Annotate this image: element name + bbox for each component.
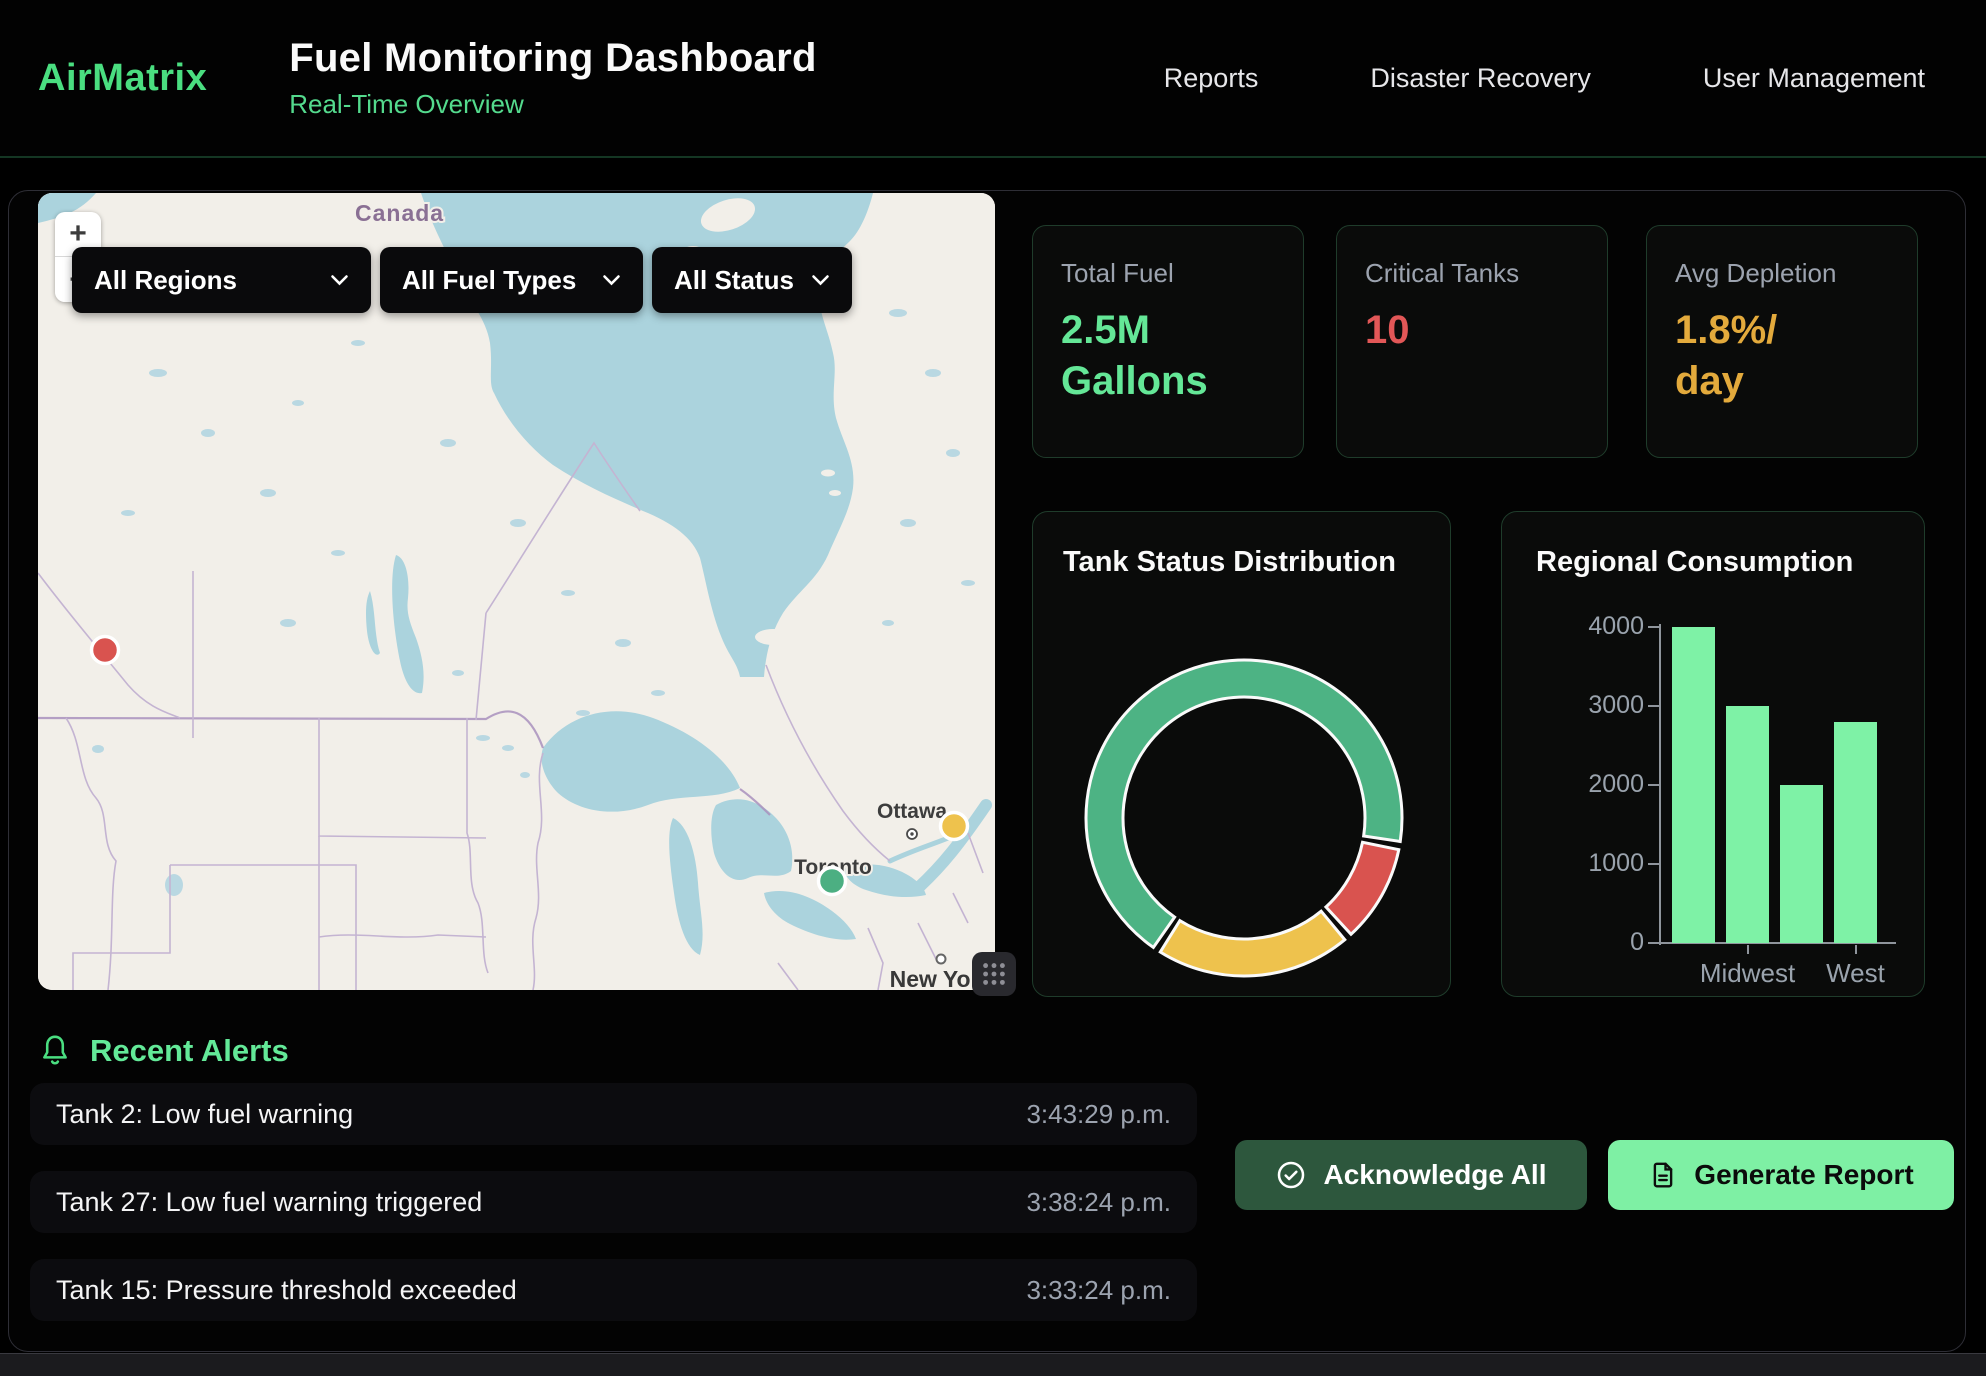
- stat-label: Critical Tanks: [1365, 258, 1579, 289]
- y-tick-label: 0: [1564, 928, 1644, 957]
- check-circle-icon: [1275, 1159, 1307, 1191]
- y-tick-label: 2000: [1564, 770, 1644, 799]
- chevron-down-icon: [602, 274, 621, 286]
- stat-label: Total Fuel: [1061, 258, 1275, 289]
- chevron-down-icon: [811, 274, 830, 286]
- stat-value-line1: 1.8%/: [1675, 305, 1889, 356]
- map-label-canada: Canada: [355, 200, 444, 226]
- region-filter-dropdown[interactable]: All Regions: [72, 247, 371, 313]
- document-icon: [1648, 1160, 1678, 1190]
- stat-card-avg-depletion: Avg Depletion 1.8%/ day: [1646, 225, 1918, 458]
- tank-status-donut-chart: [1074, 648, 1414, 988]
- stat-value-line1: 10: [1365, 305, 1579, 356]
- tank-marker-normal[interactable]: [819, 868, 846, 895]
- grip-dots-icon: [980, 960, 1008, 988]
- bar-region-1: [1726, 706, 1769, 943]
- island-akimiski: [755, 629, 791, 645]
- alert-message: Tank 2: Low fuel warning: [56, 1099, 353, 1130]
- tank-status-card: Tank Status Distribution: [1032, 511, 1451, 997]
- city-symbol-new-york: [937, 955, 946, 964]
- bar-region-0: [1672, 627, 1715, 943]
- bell-icon: [38, 1032, 72, 1070]
- alert-timestamp: 3:33:24 p.m.: [1026, 1275, 1171, 1306]
- map-filters: All Regions All Fuel Types All Status: [72, 247, 852, 313]
- x-tick-mark: [1747, 945, 1749, 954]
- x-tick-mark: [1855, 945, 1857, 954]
- island-small: [829, 490, 841, 496]
- alert-message: Tank 15: Pressure threshold exceeded: [56, 1275, 517, 1306]
- y-tick-label: 1000: [1564, 849, 1644, 878]
- acknowledge-all-button[interactable]: Acknowledge All: [1235, 1140, 1587, 1210]
- tank-marker-warning[interactable]: [941, 813, 968, 840]
- map-container[interactable]: Canada Ottawa Toronto New York + − All R…: [38, 193, 995, 990]
- page-subtitle: Real-Time Overview: [289, 89, 816, 120]
- generate-report-label: Generate Report: [1694, 1159, 1913, 1191]
- generate-report-button[interactable]: Generate Report: [1608, 1140, 1954, 1210]
- fuel-type-filter-value: All Fuel Types: [402, 265, 576, 296]
- island-small: [821, 470, 835, 477]
- y-tick-label: 3000: [1564, 691, 1644, 720]
- y-tick-mark: [1648, 705, 1659, 707]
- bar-region-3: [1834, 722, 1877, 943]
- chevron-down-icon: [330, 274, 349, 286]
- stat-value-line2: Gallons: [1061, 356, 1275, 407]
- city-symbol-ottawa-dot: [910, 832, 913, 835]
- recent-alerts-title: Recent Alerts: [90, 1033, 289, 1069]
- stat-card-total-fuel: Total Fuel 2.5M Gallons: [1032, 225, 1304, 458]
- stat-card-critical-tanks: Critical Tanks 10: [1336, 225, 1608, 458]
- stat-value: 2.5M Gallons: [1061, 305, 1275, 407]
- fuel-type-filter-dropdown[interactable]: All Fuel Types: [380, 247, 643, 313]
- stat-value-line1: 2.5M: [1061, 305, 1275, 356]
- donut-chart-title: Tank Status Distribution: [1063, 546, 1396, 579]
- region-filter-value: All Regions: [94, 265, 237, 296]
- donut-segment-warning: [1160, 911, 1345, 976]
- fuel-monitoring-dashboard: AirMatrix Fuel Monitoring Dashboard Real…: [0, 0, 1986, 1376]
- bar-chart-title: Regional Consumption: [1536, 546, 1853, 579]
- alert-timestamp: 3:38:24 p.m.: [1026, 1187, 1171, 1218]
- donut-segment-critical: [1326, 842, 1399, 934]
- alert-row[interactable]: Tank 2: Low fuel warning 3:43:29 p.m.: [30, 1083, 1197, 1145]
- nav-disaster-recovery[interactable]: Disaster Recovery: [1370, 63, 1591, 94]
- title-block: Fuel Monitoring Dashboard Real-Time Over…: [289, 36, 816, 120]
- stat-value-line2: day: [1675, 356, 1889, 407]
- alert-timestamp: 3:43:29 p.m.: [1026, 1099, 1171, 1130]
- stat-value: 10: [1365, 305, 1579, 356]
- main-nav: Reports Disaster Recovery User Managemen…: [1164, 63, 1925, 94]
- stat-value: 1.8%/ day: [1675, 305, 1889, 407]
- alert-row[interactable]: Tank 27: Low fuel warning triggered 3:38…: [30, 1171, 1197, 1233]
- y-tick-mark: [1648, 942, 1659, 944]
- nav-reports[interactable]: Reports: [1164, 63, 1259, 94]
- y-tick-mark: [1648, 863, 1659, 865]
- recent-alerts-heading: Recent Alerts: [38, 1032, 289, 1070]
- status-filter-value: All Status: [674, 265, 794, 296]
- y-tick-label: 4000: [1564, 612, 1644, 641]
- map-resize-handle[interactable]: [972, 952, 1016, 996]
- y-tick-mark: [1648, 784, 1659, 786]
- map-label-ottawa: Ottawa: [877, 800, 947, 823]
- acknowledge-all-label: Acknowledge All: [1323, 1159, 1546, 1191]
- bar-region-2: [1780, 785, 1823, 943]
- alert-message: Tank 27: Low fuel warning triggered: [56, 1187, 482, 1218]
- regional-consumption-card: Regional Consumption 01000200030004000Mi…: [1501, 511, 1925, 997]
- brand-logo: AirMatrix: [38, 57, 207, 100]
- page-title: Fuel Monitoring Dashboard: [289, 36, 816, 81]
- tank-marker-critical[interactable]: [92, 637, 119, 664]
- alert-row[interactable]: Tank 15: Pressure threshold exceeded 3:3…: [30, 1259, 1197, 1321]
- nav-user-management[interactable]: User Management: [1703, 63, 1925, 94]
- y-tick-mark: [1648, 626, 1659, 628]
- footer-strip: [0, 1353, 1986, 1376]
- status-filter-dropdown[interactable]: All Status: [652, 247, 852, 313]
- x-tick-label: West: [1776, 958, 1936, 989]
- y-axis-line: [1659, 624, 1661, 945]
- stat-label: Avg Depletion: [1675, 258, 1889, 289]
- app-header: AirMatrix Fuel Monitoring Dashboard Real…: [0, 0, 1986, 158]
